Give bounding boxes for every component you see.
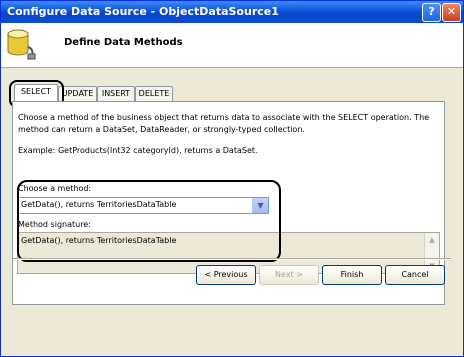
method-section-highlight [17, 180, 281, 262]
tab-delete[interactable]: DELETE [135, 86, 173, 101]
footer-divider [13, 258, 451, 260]
finish-button[interactable]: Finish [322, 265, 382, 285]
next-button[interactable]: Next > [259, 265, 319, 285]
previous-button[interactable]: < Previous [196, 265, 256, 285]
wizard-header: Define Data Methods [1, 23, 463, 68]
close-button[interactable]: ✕ [442, 3, 461, 22]
page-title: Define Data Methods [64, 37, 183, 48]
configure-data-source-dialog: Configure Data Source - ObjectDataSource… [0, 0, 464, 357]
description-text: Choose a method of the business object t… [18, 113, 430, 134]
example-text: Example: GetProducts(Int32 categoryId), … [18, 146, 258, 155]
cancel-button[interactable]: Cancel [385, 265, 445, 285]
database-icon [7, 29, 36, 60]
scroll-up-icon[interactable]: ▲ [426, 234, 438, 246]
window-title: Configure Data Source - ObjectDataSource… [7, 5, 279, 18]
title-bar[interactable]: Configure Data Source - ObjectDataSource… [1, 1, 463, 23]
tab-insert[interactable]: INSERT [97, 86, 135, 101]
help-button[interactable]: ? [422, 3, 441, 22]
